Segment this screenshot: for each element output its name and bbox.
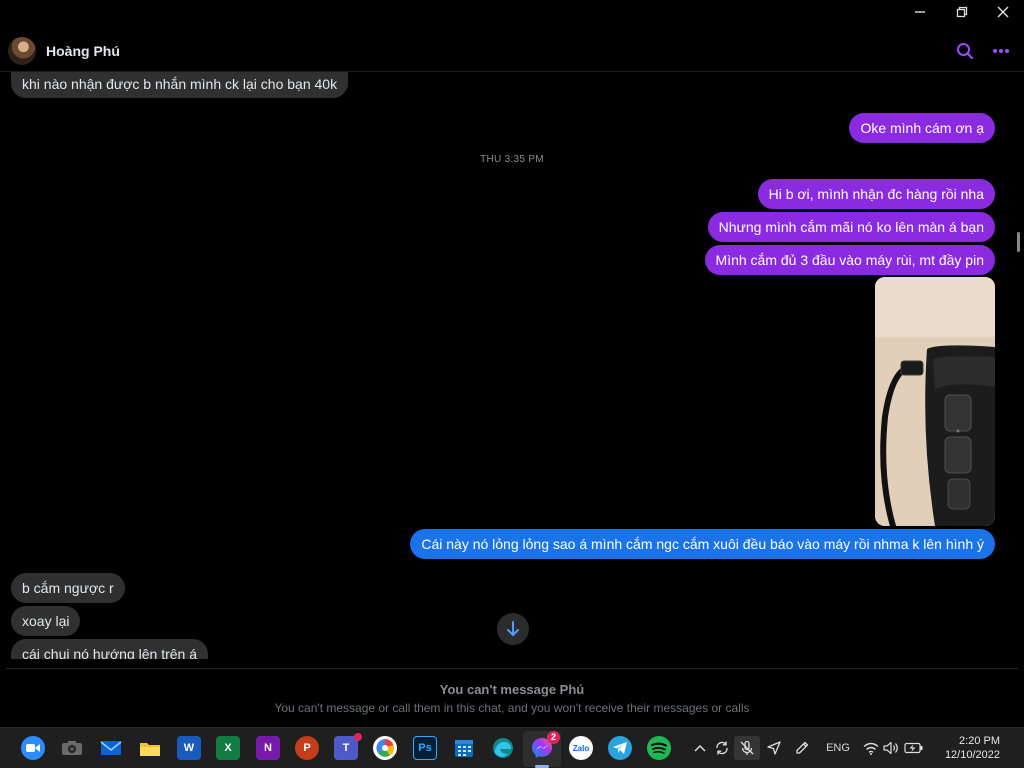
powerpoint-icon: P — [303, 742, 311, 754]
mic-muted-icon — [740, 740, 754, 755]
pen-tray-button[interactable] — [792, 738, 812, 758]
taskbar-word[interactable]: W — [177, 736, 201, 760]
close-window-button[interactable] — [983, 0, 1023, 24]
taskbar-zoom[interactable] — [21, 736, 45, 760]
close-icon — [997, 6, 1009, 18]
message-outgoing[interactable]: Oke mình cám ơn ạ — [849, 113, 995, 143]
folder-icon — [140, 743, 160, 756]
message-outgoing[interactable]: Cái này nó lỏng lỏng sao á mình cắm ngc … — [410, 529, 995, 559]
input-language-button[interactable]: ENG — [824, 738, 852, 758]
camera-icon — [62, 741, 82, 755]
message-outgoing[interactable]: Nhưng mình cắm mãi nó ko lên màn á bạn — [707, 212, 995, 242]
taskbar-spotify[interactable] — [647, 736, 671, 760]
more-options-icon — [993, 49, 1009, 53]
messaging-unavailable-notice: You can't message Phú You can't message … — [6, 668, 1018, 724]
messenger-unread-badge: 2 — [547, 731, 560, 744]
battery-icon — [904, 742, 923, 754]
mail-icon — [100, 741, 122, 755]
notice-title: You can't message Phú — [439, 682, 585, 697]
message-incoming[interactable]: khi nào nhận được b nhắn mình ck lại cho… — [11, 72, 349, 98]
search-icon — [957, 43, 974, 60]
window-title-bar — [0, 0, 1024, 24]
taskbar-teams[interactable]: T — [334, 733, 362, 760]
taskbar-file-explorer[interactable] — [138, 736, 162, 760]
zoom-icon — [26, 744, 40, 752]
conversation-scrollbar[interactable] — [1017, 232, 1020, 252]
notice-subtitle: You can't message or call them in this c… — [274, 701, 750, 715]
onenote-icon: N — [264, 742, 272, 754]
location-icon — [767, 741, 781, 755]
windows-taskbar: W X N P T Ps 2 Zalo ENG 2:20 PM 12/10/20… — [0, 727, 1024, 768]
photo-attachment-image — [875, 277, 995, 526]
clock-time: 2:20 PM — [959, 735, 1000, 747]
taskbar-zalo[interactable]: Zalo — [569, 736, 593, 760]
volume-icon — [883, 741, 898, 755]
edge-icon — [493, 738, 513, 758]
taskbar-telegram[interactable] — [608, 736, 632, 760]
contact-avatar[interactable] — [8, 37, 36, 65]
word-icon: W — [183, 742, 195, 754]
teams-notification-dot — [354, 733, 362, 741]
taskbar-picasa[interactable] — [373, 736, 397, 760]
chat-header: Hoàng Phú — [0, 26, 1024, 72]
more-options-button[interactable] — [988, 38, 1014, 64]
message-incoming[interactable]: xoay lại — [11, 606, 81, 636]
battery-tray-button[interactable] — [903, 738, 925, 758]
taskbar-powerpoint[interactable]: P — [295, 736, 319, 760]
picasa-icon — [376, 739, 395, 757]
teams-icon: T — [342, 742, 350, 754]
message-incoming[interactable]: cái chui nó hướng lên trên á — [11, 639, 208, 659]
search-conversation-button[interactable] — [952, 38, 978, 64]
taskbar-clock[interactable]: 2:20 PM 12/10/2022 — [945, 734, 1000, 762]
clock-date: 12/10/2022 — [944, 749, 1000, 761]
taskbar-camera[interactable] — [60, 736, 84, 760]
taskbar-messenger[interactable]: 2 — [530, 731, 560, 760]
pen-icon — [796, 741, 809, 754]
restore-button[interactable] — [942, 0, 982, 24]
restore-icon — [956, 6, 968, 18]
message-outgoing[interactable]: Mình cắm đủ 3 đầu vào máy rùi, mt đầy pi… — [704, 245, 995, 275]
taskbar-photoshop[interactable]: Ps — [413, 736, 437, 760]
arrow-down-icon — [507, 621, 519, 636]
message-photo[interactable] — [875, 277, 995, 526]
chevron-up-icon — [694, 744, 706, 752]
message-outgoing[interactable]: Hi b ơi, mình nhận đc hàng rồi nha — [757, 179, 995, 209]
taskbar-mail[interactable] — [99, 736, 123, 760]
minimize-icon — [915, 11, 925, 13]
show-hidden-icons-button[interactable] — [690, 738, 710, 758]
telegram-icon — [613, 742, 627, 754]
calendar-icon — [455, 740, 473, 757]
zalo-icon: Zalo — [572, 743, 590, 753]
sync-tray-button[interactable] — [712, 738, 732, 758]
taskbar-calendar[interactable] — [452, 736, 476, 760]
wifi-tray-button[interactable] — [862, 738, 880, 758]
taskbar-onenote[interactable]: N — [256, 736, 280, 760]
minimize-button[interactable] — [900, 0, 940, 24]
sync-icon — [716, 741, 728, 755]
scroll-to-bottom-button[interactable] — [497, 613, 529, 645]
microphone-tray-button[interactable] — [734, 736, 760, 760]
excel-icon: X — [224, 742, 232, 754]
taskbar-excel[interactable]: X — [216, 736, 240, 760]
contact-name[interactable]: Hoàng Phú — [46, 43, 120, 59]
taskbar-edge[interactable] — [491, 736, 515, 760]
photoshop-icon: Ps — [418, 742, 432, 754]
conversation-timestamp: THU 3:35 PM — [480, 154, 544, 165]
spotify-icon — [651, 742, 667, 754]
volume-tray-button[interactable] — [882, 738, 900, 758]
message-incoming[interactable]: b cắm ngược r — [11, 573, 125, 603]
location-tray-button[interactable] — [764, 738, 784, 758]
wifi-icon — [863, 742, 879, 755]
